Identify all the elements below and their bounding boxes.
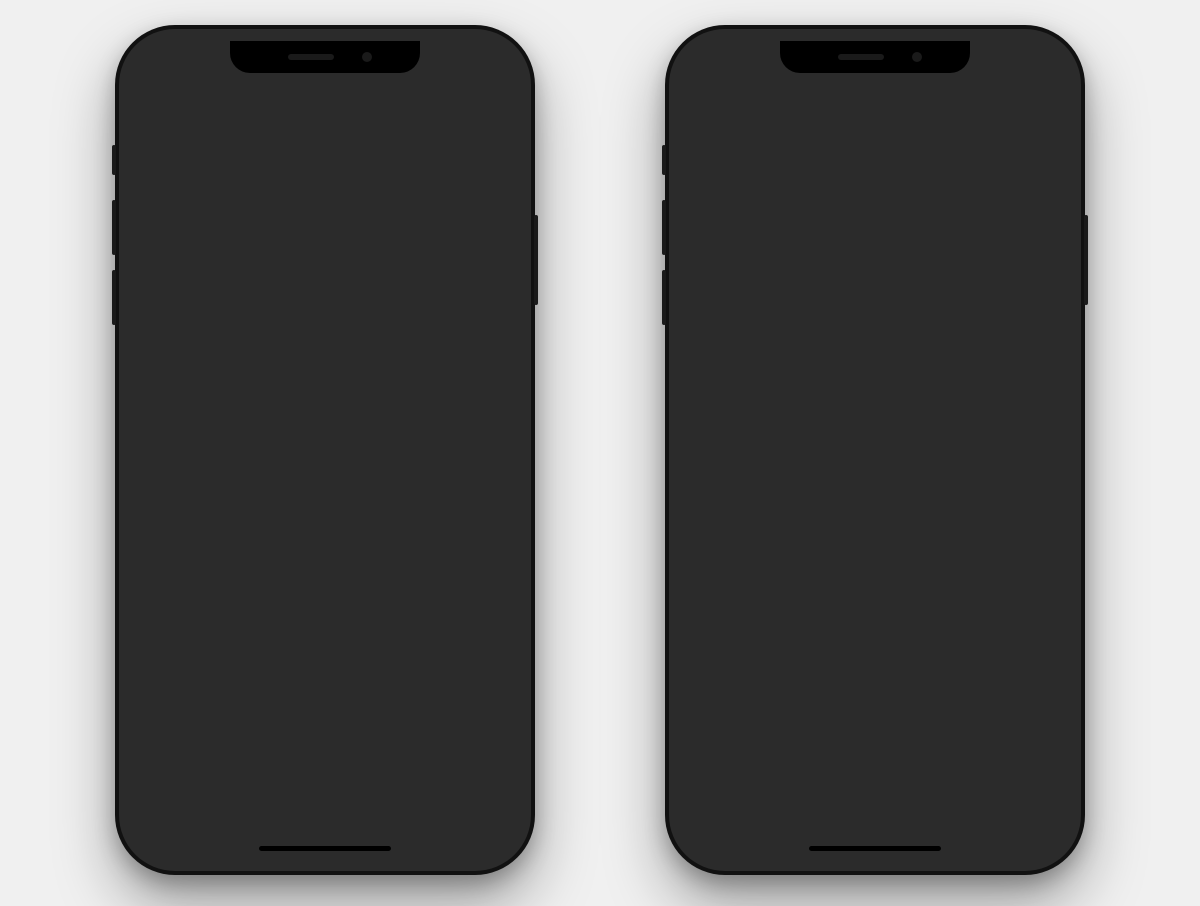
now-playing-title: The Joke [199, 750, 419, 770]
wifi-icon [1000, 55, 1016, 72]
category-label: Playlists [149, 182, 222, 205]
album-title: Golden Hour [329, 577, 493, 594]
chevron-right-icon: › [494, 272, 501, 295]
forward-icon[interactable] [473, 747, 503, 772]
playlist-artwork[interactable] [699, 131, 829, 261]
tab-label: Browse [308, 820, 341, 831]
battery-icon [1021, 58, 1045, 69]
status-time: 10:36➤ [709, 55, 760, 72]
tab-search[interactable]: Search [441, 794, 519, 831]
tab-browse[interactable]: Browse [286, 794, 364, 831]
notch [230, 41, 420, 73]
category-artists[interactable]: Artists › [149, 216, 501, 261]
battery-icon [471, 58, 495, 69]
album-title: Little Dark Age [149, 577, 313, 594]
chevron-right-icon: › [494, 182, 501, 205]
toggle-label: Show on My Profile and in Search [699, 345, 940, 363]
camera-icon [748, 212, 768, 228]
device-right: 10:36➤ Cancel New Playlist Done Play [665, 25, 1085, 875]
camera-button[interactable] [739, 201, 777, 239]
play-icon[interactable] [431, 746, 451, 773]
nav-title: New Playlist [831, 95, 930, 115]
now-playing-art [147, 740, 187, 780]
album-art: MGMT LDA [149, 407, 313, 571]
wifi-icon [450, 55, 466, 72]
description-input[interactable]: Description [681, 275, 1069, 324]
album-art-text: GOLDEN HOUR [341, 417, 406, 426]
home-indicator[interactable] [259, 846, 391, 851]
music-note-icon [767, 195, 807, 243]
home-indicator[interactable] [809, 846, 941, 851]
section-recently-added: Recently Added [149, 373, 501, 397]
album-art: GOLDEN HOUR [329, 407, 493, 571]
tab-label: Search [464, 820, 496, 831]
visibility-toggle[interactable] [1001, 339, 1051, 369]
status-time: 10:35➤ [159, 55, 210, 72]
music-note-icon [312, 794, 338, 818]
playlist-name-input[interactable]: Playlist Name [845, 131, 1051, 157]
category-label: Artists [149, 227, 205, 250]
album-artist: Kacey Musgraves [329, 595, 493, 612]
notch [780, 41, 970, 73]
page-title: Library [149, 125, 501, 164]
signal-icon [429, 58, 446, 68]
category-list: Playlists › Artists › Albums › Songs › [149, 170, 501, 351]
tab-for-you[interactable]: For You [209, 794, 287, 831]
category-label: Songs [149, 317, 206, 340]
location-icon: ➤ [200, 57, 210, 71]
done-button[interactable]: Done [1008, 95, 1051, 115]
album-item[interactable]: MGMT LDA Little Dark Age MGMT [149, 407, 313, 612]
nav-bar: Edit [131, 85, 519, 125]
chevron-right-icon: › [494, 227, 501, 250]
album-item-peek[interactable]: OD LIFE [329, 626, 493, 658]
add-music-button[interactable]: Add Music [681, 384, 1069, 435]
album-artist: MGMT [149, 595, 313, 612]
tab-radio[interactable]: Radio [364, 794, 442, 831]
search-icon [467, 794, 493, 818]
signal-icon [979, 58, 996, 68]
album-item-peek[interactable] [149, 626, 313, 658]
album-item[interactable]: GOLDEN HOUR Golden Hour Kacey Musgraves [329, 407, 493, 612]
library-icon [157, 794, 183, 818]
chevron-right-icon: › [494, 317, 501, 340]
tab-library[interactable]: Library [131, 794, 209, 831]
nav-bar: Cancel New Playlist Done [681, 85, 1069, 125]
category-playlists[interactable]: Playlists › [149, 171, 501, 216]
device-left: 10:35➤ Edit Library Playlists › Artists › … [115, 25, 535, 875]
profile-visibility-row: Show on My Profile and in Search [681, 324, 1069, 384]
location-icon: ➤ [750, 57, 760, 71]
edit-button[interactable]: Edit [472, 95, 501, 115]
add-music-label: Add Music [733, 399, 817, 420]
tab-label: Radio [390, 820, 416, 831]
album-art-text: LDA [291, 415, 303, 438]
heart-icon [234, 794, 260, 818]
now-playing-bar[interactable]: The Joke [131, 731, 519, 787]
album-art-text: MGMT [159, 415, 203, 430]
radio-icon [389, 794, 417, 818]
tab-label: For You [230, 820, 264, 831]
plus-icon [699, 398, 721, 420]
category-albums[interactable]: Albums › [149, 261, 501, 306]
tab-label: Library [155, 820, 186, 831]
category-label: Albums [149, 272, 216, 295]
cancel-button[interactable]: Cancel [699, 95, 752, 115]
category-songs[interactable]: Songs › [149, 306, 501, 351]
